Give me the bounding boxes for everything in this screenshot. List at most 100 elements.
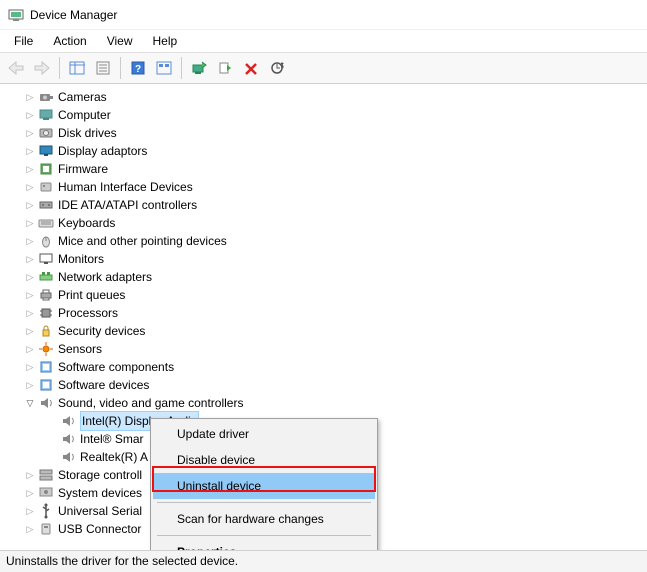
toolbar-separator <box>181 57 182 79</box>
tree-node-label: Firmware <box>58 160 108 178</box>
menu-help[interactable]: Help <box>143 32 188 50</box>
menu-action[interactable]: Action <box>43 32 96 50</box>
enable-device-button[interactable] <box>213 56 237 80</box>
tree-node[interactable]: Sensors <box>8 340 647 358</box>
expander-icon[interactable] <box>24 469 36 481</box>
context-menu: Update driver Disable device Uninstall d… <box>150 418 378 568</box>
tree-node-label: Disk drives <box>58 124 117 142</box>
security-icon <box>38 323 54 339</box>
expander-icon[interactable] <box>24 307 36 319</box>
tree-node[interactable]: Firmware <box>8 160 647 178</box>
tree-node[interactable]: Display adaptors <box>8 142 647 160</box>
tree-node-label: Software components <box>58 358 174 376</box>
app-icon <box>8 7 24 23</box>
expander-icon[interactable] <box>24 109 36 121</box>
ctx-scan-hardware[interactable]: Scan for hardware changes <box>153 506 375 532</box>
expander-icon[interactable] <box>24 127 36 139</box>
tree-node-label: IDE ATA/ATAPI controllers <box>58 196 197 214</box>
expander-icon[interactable] <box>24 325 36 337</box>
software-icon <box>38 377 54 393</box>
svg-text:?: ? <box>135 64 141 75</box>
tree-node[interactable]: Network adapters <box>8 268 647 286</box>
display-icon <box>38 143 54 159</box>
tree-node-label: Software devices <box>58 376 149 394</box>
tree-node-label: Universal Serial <box>58 502 142 520</box>
ctx-update-driver[interactable]: Update driver <box>153 421 375 447</box>
action-button[interactable] <box>152 56 176 80</box>
tree-node[interactable]: Mice and other pointing devices <box>8 232 647 250</box>
sound-icon <box>60 431 76 447</box>
expander-icon[interactable] <box>24 181 36 193</box>
usb-icon <box>38 503 54 519</box>
ctx-uninstall-device[interactable]: Uninstall device <box>153 473 375 499</box>
tree-node[interactable]: Keyboards <box>8 214 647 232</box>
tree-node[interactable]: Software components <box>8 358 647 376</box>
disk-icon <box>38 125 54 141</box>
printer-icon <box>38 287 54 303</box>
expander-icon[interactable] <box>24 343 36 355</box>
sound-icon <box>38 395 54 411</box>
tree-node-label: Mice and other pointing devices <box>58 232 227 250</box>
expander-icon[interactable] <box>24 271 36 283</box>
ctx-separator <box>157 502 371 503</box>
tree-node-label: Human Interface Devices <box>58 178 193 196</box>
ctx-disable-device[interactable]: Disable device <box>153 447 375 473</box>
tree-node-label: USB Connector <box>58 520 141 538</box>
camera-icon <box>38 89 54 105</box>
toolbar: ? <box>0 52 647 84</box>
tree-node[interactable]: IDE ATA/ATAPI controllers <box>8 196 647 214</box>
expander-icon[interactable] <box>24 397 36 409</box>
tree-node[interactable]: Disk drives <box>8 124 647 142</box>
window-title: Device Manager <box>30 8 117 22</box>
tree-node-label: Storage controll <box>58 466 142 484</box>
ide-icon <box>38 197 54 213</box>
tree-node-label: System devices <box>58 484 142 502</box>
back-button[interactable] <box>4 56 28 80</box>
tree-node-label: Network adapters <box>58 268 152 286</box>
tree-node[interactable]: Processors <box>8 304 647 322</box>
tree-node-label: Intel® Smar <box>80 430 144 448</box>
tree-node[interactable]: Cameras <box>8 88 647 106</box>
uninstall-device-button[interactable] <box>239 56 263 80</box>
toolbar-separator <box>120 57 121 79</box>
menu-file[interactable]: File <box>4 32 43 50</box>
tree-node[interactable]: Print queues <box>8 286 647 304</box>
expander-icon[interactable] <box>24 163 36 175</box>
computer-icon <box>38 107 54 123</box>
help-button[interactable]: ? <box>126 56 150 80</box>
expander-icon[interactable] <box>24 145 36 157</box>
software-icon <box>38 359 54 375</box>
tree-node[interactable]: Security devices <box>8 322 647 340</box>
expander-icon[interactable] <box>24 217 36 229</box>
expander-icon[interactable] <box>24 379 36 391</box>
titlebar: Device Manager <box>0 0 647 30</box>
expander-icon[interactable] <box>24 289 36 301</box>
tree-node[interactable]: Software devices <box>8 376 647 394</box>
sensor-icon <box>38 341 54 357</box>
expander-icon[interactable] <box>24 199 36 211</box>
mouse-icon <box>38 233 54 249</box>
tree-node[interactable]: Monitors <box>8 250 647 268</box>
menu-view[interactable]: View <box>97 32 143 50</box>
tree-node[interactable]: Computer <box>8 106 647 124</box>
status-text: Uninstalls the driver for the selected d… <box>6 554 238 568</box>
show-hide-tree-button[interactable] <box>65 56 89 80</box>
statusbar: Uninstalls the driver for the selected d… <box>0 550 647 572</box>
expander-icon[interactable] <box>24 487 36 499</box>
tree-node-label: Sound, video and game controllers <box>58 394 243 412</box>
properties-button[interactable] <box>91 56 115 80</box>
storage-icon <box>38 467 54 483</box>
expander-icon[interactable] <box>24 91 36 103</box>
expander-icon[interactable] <box>24 253 36 265</box>
expander-icon[interactable] <box>24 361 36 373</box>
expander-icon[interactable] <box>24 235 36 247</box>
expander-icon[interactable] <box>24 505 36 517</box>
forward-button[interactable] <box>30 56 54 80</box>
expander-icon[interactable] <box>24 523 36 535</box>
processor-icon <box>38 305 54 321</box>
tree-node[interactable]: Human Interface Devices <box>8 178 647 196</box>
update-driver-button[interactable] <box>187 56 211 80</box>
scan-hardware-button[interactable] <box>265 56 289 80</box>
tree-node-label: Keyboards <box>58 214 115 232</box>
tree-node[interactable]: Sound, video and game controllers <box>8 394 647 412</box>
